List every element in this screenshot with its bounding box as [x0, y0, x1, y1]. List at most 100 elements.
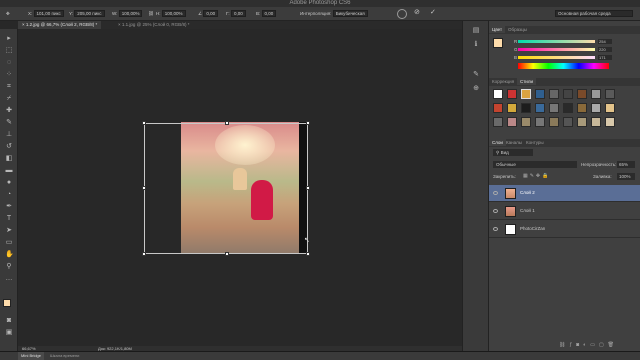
- fill-input[interactable]: 100%: [617, 173, 635, 180]
- tab-paths[interactable]: Контуры: [523, 139, 547, 146]
- transform-handle-tl[interactable]: [142, 121, 146, 125]
- zoom-tool-icon[interactable]: ⚲: [5, 263, 13, 270]
- new-layer-icon[interactable]: ▢: [599, 342, 608, 348]
- transform-handle-left[interactable]: [142, 186, 146, 190]
- opacity-input[interactable]: 65%: [617, 161, 635, 168]
- link-icon[interactable]: ⛓: [148, 10, 154, 18]
- b-value[interactable]: 171: [598, 55, 612, 60]
- tab-close-icon[interactable]: ×: [22, 22, 25, 27]
- tab-styles[interactable]: Стили: [517, 78, 536, 85]
- move-tool-icon[interactable]: ✥: [6, 10, 10, 18]
- style-none-swatch[interactable]: [493, 89, 503, 99]
- transform-handle-top[interactable]: [225, 121, 229, 125]
- style-row3-2[interactable]: [507, 117, 517, 127]
- delete-layer-icon[interactable]: 🗑: [608, 342, 618, 348]
- path-select-tool-icon[interactable]: ➤: [5, 227, 13, 234]
- hand-tool-icon[interactable]: ✋: [5, 251, 14, 258]
- interpolation-select[interactable]: Бикубическая: [332, 10, 368, 17]
- type-tool-icon[interactable]: T: [5, 215, 13, 222]
- lasso-tool-icon[interactable]: ◌: [5, 59, 13, 66]
- style-row3-3[interactable]: [521, 117, 531, 127]
- color-ramp[interactable]: [518, 63, 609, 69]
- quick-mask-icon[interactable]: ◙: [5, 317, 13, 324]
- x-input[interactable]: 101,00 пикс: [33, 10, 64, 17]
- style-dark-swatch[interactable]: [563, 89, 573, 99]
- move-tool-icon[interactable]: ▸: [5, 35, 13, 42]
- style-red-swatch[interactable]: [507, 89, 517, 99]
- shape-tool-icon[interactable]: ▭: [5, 239, 13, 246]
- history-panel-icon[interactable]: ▤: [472, 27, 480, 34]
- free-transform-box[interactable]: [142, 121, 310, 256]
- marquee-tool-icon[interactable]: ⬚: [5, 47, 13, 54]
- pen-tool-icon[interactable]: ✒: [5, 203, 13, 210]
- more-tools-icon[interactable]: …: [5, 275, 13, 282]
- dodge-tool-icon[interactable]: ◔: [5, 191, 13, 198]
- layer-row[interactable]: Слой 1: [489, 203, 640, 220]
- style-row2-2[interactable]: [507, 103, 517, 113]
- workspace-select[interactable]: Основная рабочая среда: [555, 10, 633, 17]
- layer-row[interactable]: PhotoCirZan: [489, 221, 640, 238]
- style-row3-8[interactable]: [591, 117, 601, 127]
- style-steel-swatch[interactable]: [605, 89, 615, 99]
- eye-icon[interactable]: [493, 209, 498, 213]
- style-row3-4[interactable]: [535, 117, 545, 127]
- color-fg-swatch[interactable]: [493, 38, 503, 48]
- tab-color[interactable]: Цвет: [489, 26, 506, 33]
- r-value[interactable]: 254: [598, 39, 612, 44]
- vskew-input[interactable]: 0,00: [261, 10, 277, 17]
- tab-document-1[interactable]: × 1.2.jpg @ 66,7% (Слой 2, RGB/8) *: [18, 21, 102, 29]
- gradient-tool-icon[interactable]: ▬: [5, 167, 13, 174]
- g-slider[interactable]: [518, 48, 595, 51]
- style-row2-6[interactable]: [563, 103, 573, 113]
- clone-source-icon[interactable]: ⊕: [472, 85, 480, 92]
- eraser-tool-icon[interactable]: ◧: [5, 155, 13, 162]
- crop-tool-icon[interactable]: ⌗: [5, 83, 13, 90]
- history-brush-tool-icon[interactable]: ↺: [5, 143, 13, 150]
- layer-row[interactable]: Слой 2: [489, 185, 640, 202]
- tab-channels[interactable]: Каналы: [503, 139, 525, 146]
- transform-handle-tr[interactable]: [306, 121, 310, 125]
- style-blue-swatch[interactable]: [535, 89, 545, 99]
- style-row3-7[interactable]: [577, 117, 587, 127]
- w-input[interactable]: 100,00%: [118, 10, 143, 17]
- foreground-color-swatch[interactable]: [3, 299, 11, 307]
- angle-input[interactable]: 0,00: [203, 10, 219, 17]
- group-icon[interactable]: ▭: [590, 342, 599, 348]
- style-row2-4[interactable]: [535, 103, 545, 113]
- stamp-tool-icon[interactable]: ⊥: [5, 131, 13, 138]
- r-slider[interactable]: [518, 40, 595, 43]
- lock-icons[interactable]: ▦✎✥🔒: [523, 173, 550, 179]
- transform-handle-right[interactable]: [306, 186, 310, 190]
- style-gold-swatch[interactable]: [521, 89, 531, 99]
- style-gray-swatch[interactable]: [549, 89, 559, 99]
- link-layers-icon[interactable]: ⛓: [559, 342, 569, 348]
- style-row3-9[interactable]: [605, 117, 615, 127]
- style-silver-swatch[interactable]: [591, 89, 601, 99]
- transform-handle-br[interactable]: [306, 252, 310, 256]
- transform-handle-bottom[interactable]: [225, 252, 229, 256]
- hskew-input[interactable]: 0,00: [230, 10, 246, 17]
- tab-document-2[interactable]: × 1.1.jpg @ 25% (Слой 0, RGB/8) *: [114, 21, 193, 29]
- b-slider[interactable]: [518, 56, 595, 59]
- cancel-transform-icon[interactable]: ⊘: [414, 9, 420, 17]
- style-row2-1[interactable]: [493, 103, 503, 113]
- healing-tool-icon[interactable]: ✚: [5, 107, 13, 114]
- tab-swatches[interactable]: Образцы: [505, 26, 530, 33]
- tab-adjustments[interactable]: Коррекция: [489, 78, 517, 85]
- h-input[interactable]: 100,00%: [161, 10, 186, 17]
- quick-select-tool-icon[interactable]: ⁘: [5, 71, 13, 78]
- style-row2-7[interactable]: [577, 103, 587, 113]
- brush-panel-icon[interactable]: ✎: [472, 71, 480, 78]
- g-value[interactable]: 220: [598, 47, 612, 52]
- y-input[interactable]: 205,00 пикс: [74, 10, 105, 17]
- eyedropper-tool-icon[interactable]: ⌿: [5, 95, 13, 102]
- style-row3-5[interactable]: [549, 117, 559, 127]
- layer-filter-select[interactable]: ⚲ Вид: [493, 149, 533, 156]
- brush-tool-icon[interactable]: ✎: [5, 119, 13, 126]
- style-row2-8[interactable]: [591, 103, 601, 113]
- style-row2-5[interactable]: [549, 103, 559, 113]
- transform-handle-bl[interactable]: [142, 252, 146, 256]
- style-row2-9[interactable]: [605, 103, 615, 113]
- style-brown-swatch[interactable]: [577, 89, 587, 99]
- warp-mode-icon[interactable]: [397, 9, 407, 19]
